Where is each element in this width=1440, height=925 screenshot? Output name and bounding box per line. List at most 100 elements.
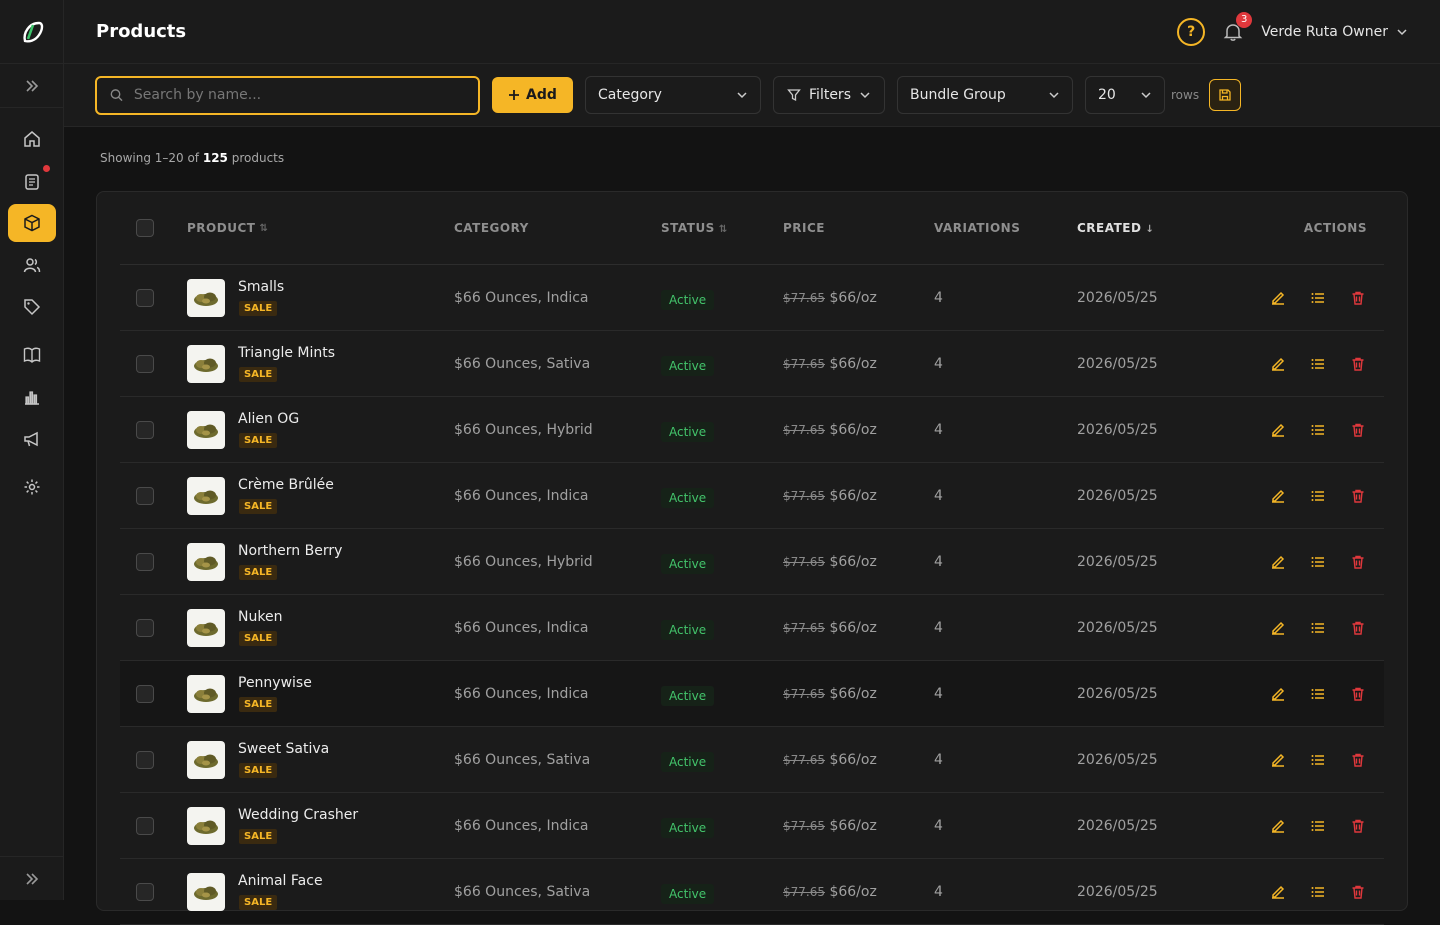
sidebar-item-home[interactable] [8, 120, 56, 158]
row-checkbox[interactable] [136, 816, 154, 835]
product-thumbnail[interactable] [187, 542, 225, 581]
delete-button[interactable] [1349, 553, 1367, 571]
category-select[interactable]: Category [585, 76, 761, 114]
variations-list-button[interactable] [1309, 619, 1327, 637]
row-checkbox[interactable] [136, 288, 154, 307]
variations-list-button[interactable] [1309, 421, 1327, 439]
product-name[interactable]: Northern Berry [238, 543, 342, 559]
edit-button[interactable] [1269, 751, 1287, 769]
add-product-button[interactable]: Add [492, 77, 573, 113]
table-row[interactable]: Northern Berry SALE $66 Ounces, Hybrid A… [120, 529, 1384, 595]
variations-list-button[interactable] [1309, 817, 1327, 835]
row-checkbox[interactable] [136, 882, 154, 901]
edit-button[interactable] [1269, 685, 1287, 703]
table-row[interactable]: Wedding Crasher SALE $66 Ounces, Indica … [120, 793, 1384, 859]
sidebar-collapse-button[interactable] [0, 856, 64, 900]
save-view-button[interactable] [1209, 79, 1242, 111]
product-name[interactable]: Animal Face [238, 873, 323, 889]
row-checkbox[interactable] [136, 420, 154, 439]
edit-button[interactable] [1269, 355, 1287, 373]
column-header-status[interactable]: STATUS ⇅ [661, 221, 783, 235]
delete-button[interactable] [1349, 619, 1367, 637]
table-row[interactable]: Animal Face SALE $66 Ounces, Sativa Acti… [120, 859, 1384, 925]
product-thumbnail[interactable] [187, 806, 225, 845]
delete-button[interactable] [1349, 289, 1367, 307]
edit-button[interactable] [1269, 553, 1287, 571]
product-thumbnail[interactable] [187, 674, 225, 713]
delete-button[interactable] [1349, 685, 1367, 703]
table-row[interactable]: Pennywise SALE $66 Ounces, Indica Active… [120, 661, 1384, 727]
product-price: $77.65 $66/oz [783, 422, 934, 438]
row-checkbox[interactable] [136, 750, 154, 769]
sidebar-item-catalog[interactable] [8, 336, 56, 374]
sidebar-item-orders[interactable] [8, 162, 56, 200]
variations-list-button[interactable] [1309, 883, 1327, 901]
edit-button[interactable] [1269, 487, 1287, 505]
edit-button[interactable] [1269, 817, 1287, 835]
user-menu[interactable]: Verde Ruta Owner [1261, 24, 1408, 40]
product-thumbnail[interactable] [187, 872, 225, 911]
product-name[interactable]: Triangle Mints [238, 345, 335, 361]
product-name[interactable]: Smalls [238, 279, 284, 295]
edit-button[interactable] [1269, 289, 1287, 307]
variations-list-button[interactable] [1309, 355, 1327, 373]
filters-button[interactable]: Filters [773, 76, 885, 114]
table-row[interactable]: Crème Brûlée SALE $66 Ounces, Indica Act… [120, 463, 1384, 529]
product-name[interactable]: Alien OG [238, 411, 299, 427]
variations-list-button[interactable] [1309, 685, 1327, 703]
sidebar-item-tags[interactable] [8, 288, 56, 326]
edit-button[interactable] [1269, 421, 1287, 439]
edit-button[interactable] [1269, 619, 1287, 637]
bundle-group-select[interactable]: Bundle Group [897, 76, 1073, 114]
product-thumbnail[interactable] [187, 410, 225, 449]
product-name[interactable]: Pennywise [238, 675, 312, 691]
chevron-down-icon [1049, 92, 1059, 99]
row-checkbox[interactable] [136, 486, 154, 505]
sidebar-item-settings[interactable] [8, 468, 56, 506]
search-input[interactable] [133, 87, 466, 103]
product-thumbnail[interactable] [187, 608, 225, 647]
product-thumbnail[interactable] [187, 740, 225, 779]
sidebar-item-analytics[interactable] [8, 378, 56, 416]
delete-button[interactable] [1349, 817, 1367, 835]
table-row[interactable]: Nuken SALE $66 Ounces, Indica Active $77… [120, 595, 1384, 661]
variations-list-button[interactable] [1309, 553, 1327, 571]
row-checkbox[interactable] [136, 684, 154, 703]
help-button[interactable]: ? [1177, 17, 1206, 46]
delete-button[interactable] [1349, 355, 1367, 373]
table-row[interactable]: Sweet Sativa SALE $66 Ounces, Sativa Act… [120, 727, 1384, 793]
table-row[interactable]: Alien OG SALE $66 Ounces, Hybrid Active … [120, 397, 1384, 463]
delete-button[interactable] [1349, 751, 1367, 769]
product-name[interactable]: Crème Brûlée [238, 477, 334, 493]
select-all-checkbox[interactable] [136, 219, 154, 237]
sidebar-item-marketing[interactable] [8, 420, 56, 458]
delete-button[interactable] [1349, 421, 1367, 439]
variations-list-button[interactable] [1309, 289, 1327, 307]
sidebar-expand-button[interactable] [0, 64, 63, 108]
row-checkbox[interactable] [136, 354, 154, 373]
product-thumbnail[interactable] [187, 476, 225, 515]
table-row[interactable]: Smalls SALE $66 Ounces, Indica Active $7… [120, 265, 1384, 331]
delete-button[interactable] [1349, 487, 1367, 505]
variations-list-button[interactable] [1309, 751, 1327, 769]
product-name[interactable]: Sweet Sativa [238, 741, 329, 757]
app-logo[interactable] [0, 0, 63, 64]
search-box[interactable] [95, 75, 480, 115]
variations-list-button[interactable] [1309, 487, 1327, 505]
column-header-product[interactable]: PRODUCT ⇅ [187, 221, 454, 235]
product-thumbnail[interactable] [187, 344, 225, 383]
column-header-created[interactable]: CREATED ↓ [1077, 221, 1235, 235]
product-name[interactable]: Wedding Crasher [238, 807, 358, 823]
rows-per-page-select[interactable]: 20 [1085, 76, 1165, 114]
product-name[interactable]: Nuken [238, 609, 282, 625]
row-checkbox[interactable] [136, 552, 154, 571]
sale-badge: SALE [239, 565, 278, 580]
sidebar-item-customers[interactable] [8, 246, 56, 284]
edit-button[interactable] [1269, 883, 1287, 901]
notifications-button[interactable]: 3 [1221, 11, 1253, 44]
table-row[interactable]: Triangle Mints SALE $66 Ounces, Sativa A… [120, 331, 1384, 397]
delete-button[interactable] [1349, 883, 1367, 901]
row-checkbox[interactable] [136, 618, 154, 637]
sidebar-item-products[interactable] [7, 204, 56, 242]
product-thumbnail[interactable] [187, 278, 225, 317]
